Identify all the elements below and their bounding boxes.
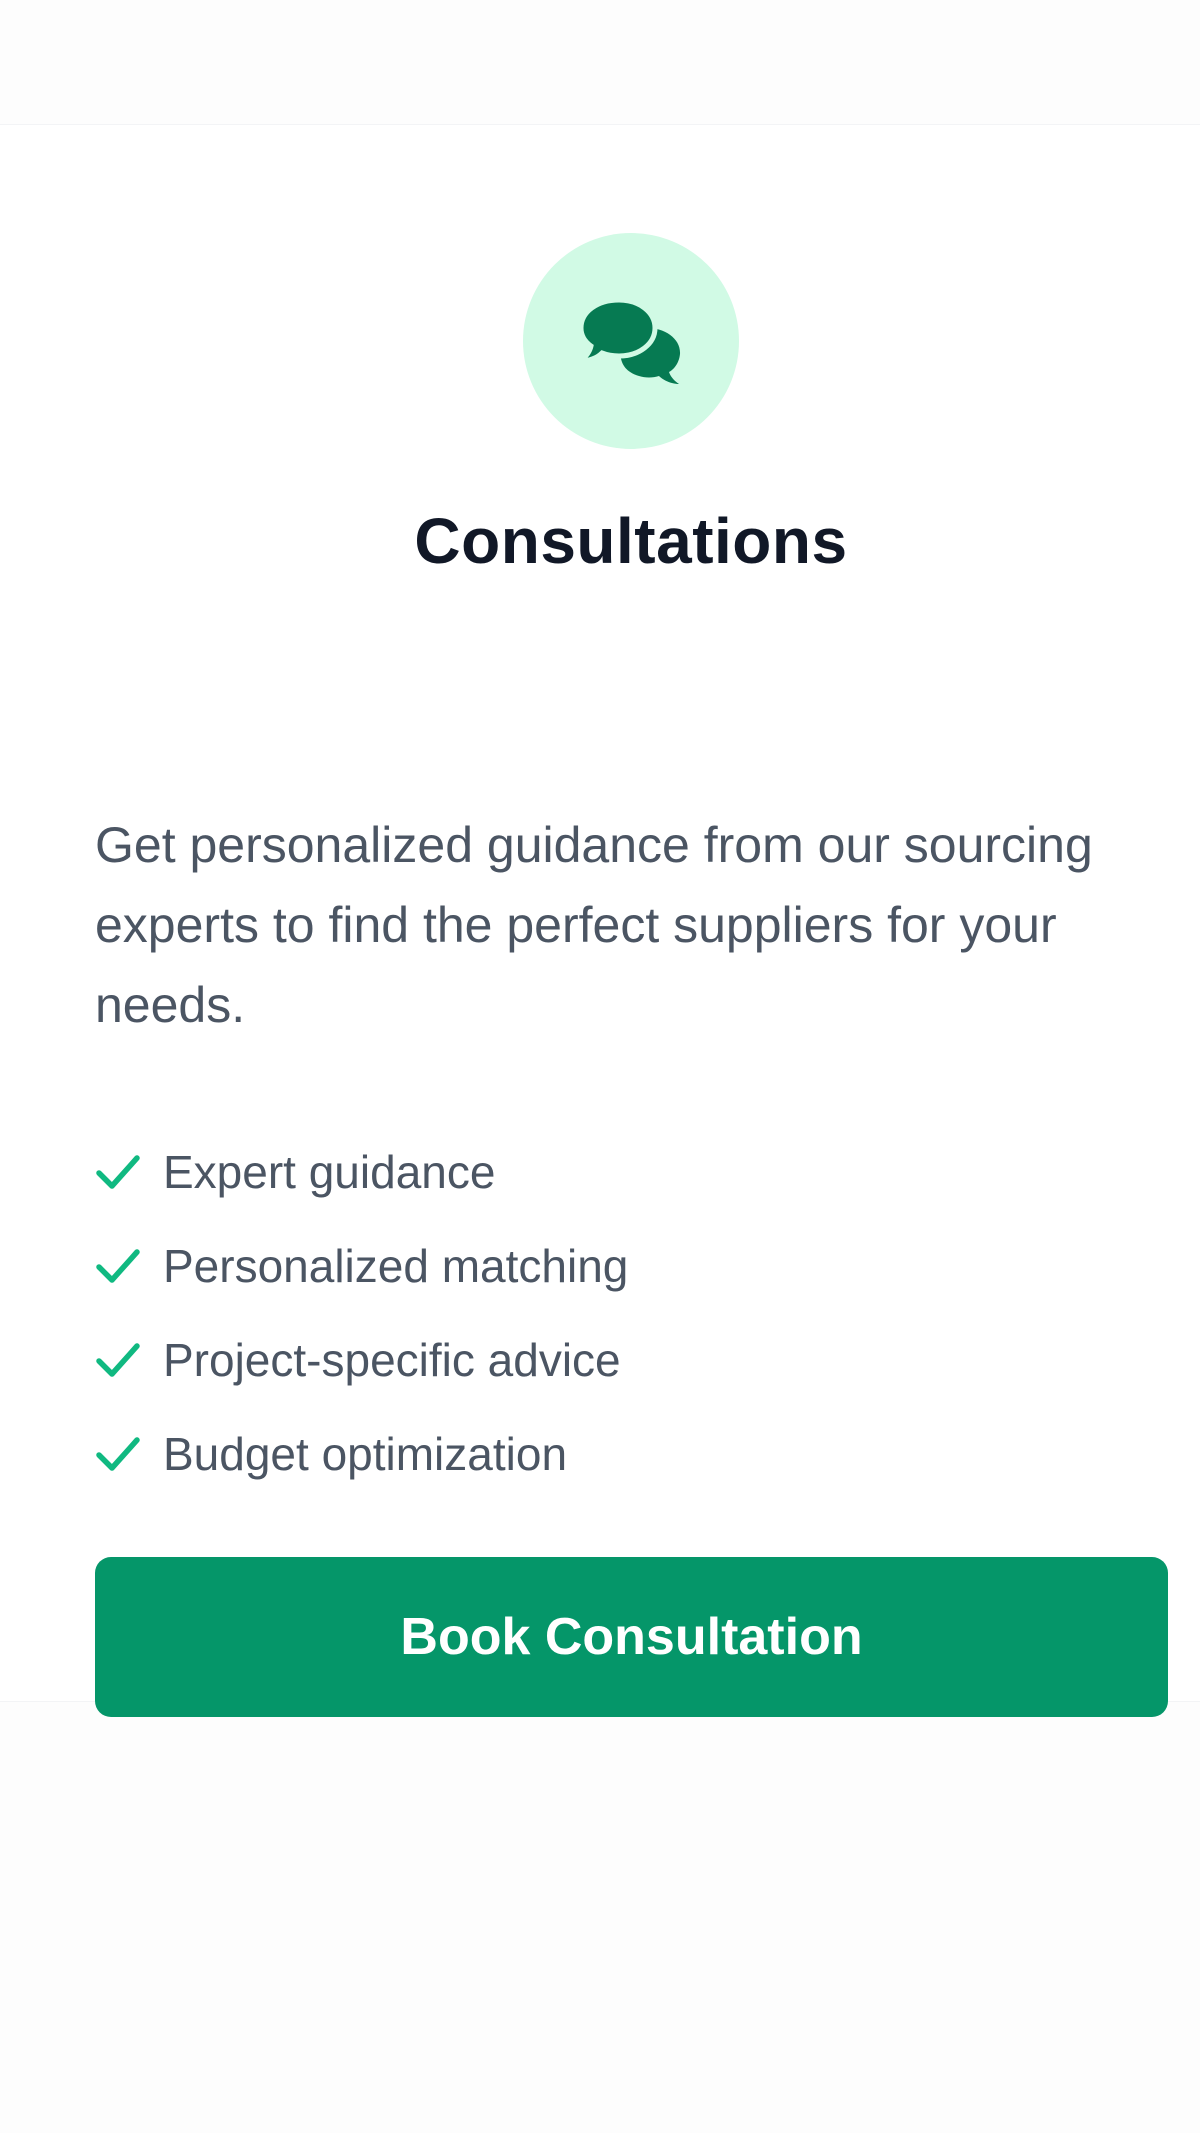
- feature-label: Project-specific advice: [163, 1334, 621, 1386]
- book-consultation-button[interactable]: Book Consultation: [95, 1557, 1168, 1717]
- feature-label: Budget optimization: [163, 1428, 568, 1480]
- feature-list: Expert guidance Personalized matching Pr…: [95, 1125, 628, 1501]
- feature-label: Expert guidance: [163, 1146, 496, 1198]
- feature-item: Expert guidance: [95, 1125, 628, 1219]
- check-icon: [96, 1155, 140, 1189]
- feature-item: Project-specific advice: [95, 1313, 628, 1407]
- check-icon: [96, 1437, 140, 1471]
- feature-item: Personalized matching: [95, 1219, 628, 1313]
- card-description: Get personalized guidance from our sourc…: [95, 817, 1093, 1033]
- check-icon: [96, 1249, 140, 1283]
- card-title: Consultations: [414, 505, 848, 577]
- icon-badge: [523, 233, 739, 449]
- comments-icon: [579, 298, 681, 384]
- check-icon: [96, 1343, 140, 1377]
- feature-label: Personalized matching: [163, 1240, 629, 1292]
- consultations-card: Consultations Get personalized guidance …: [0, 124, 1200, 1717]
- feature-item: Budget optimization: [95, 1407, 628, 1501]
